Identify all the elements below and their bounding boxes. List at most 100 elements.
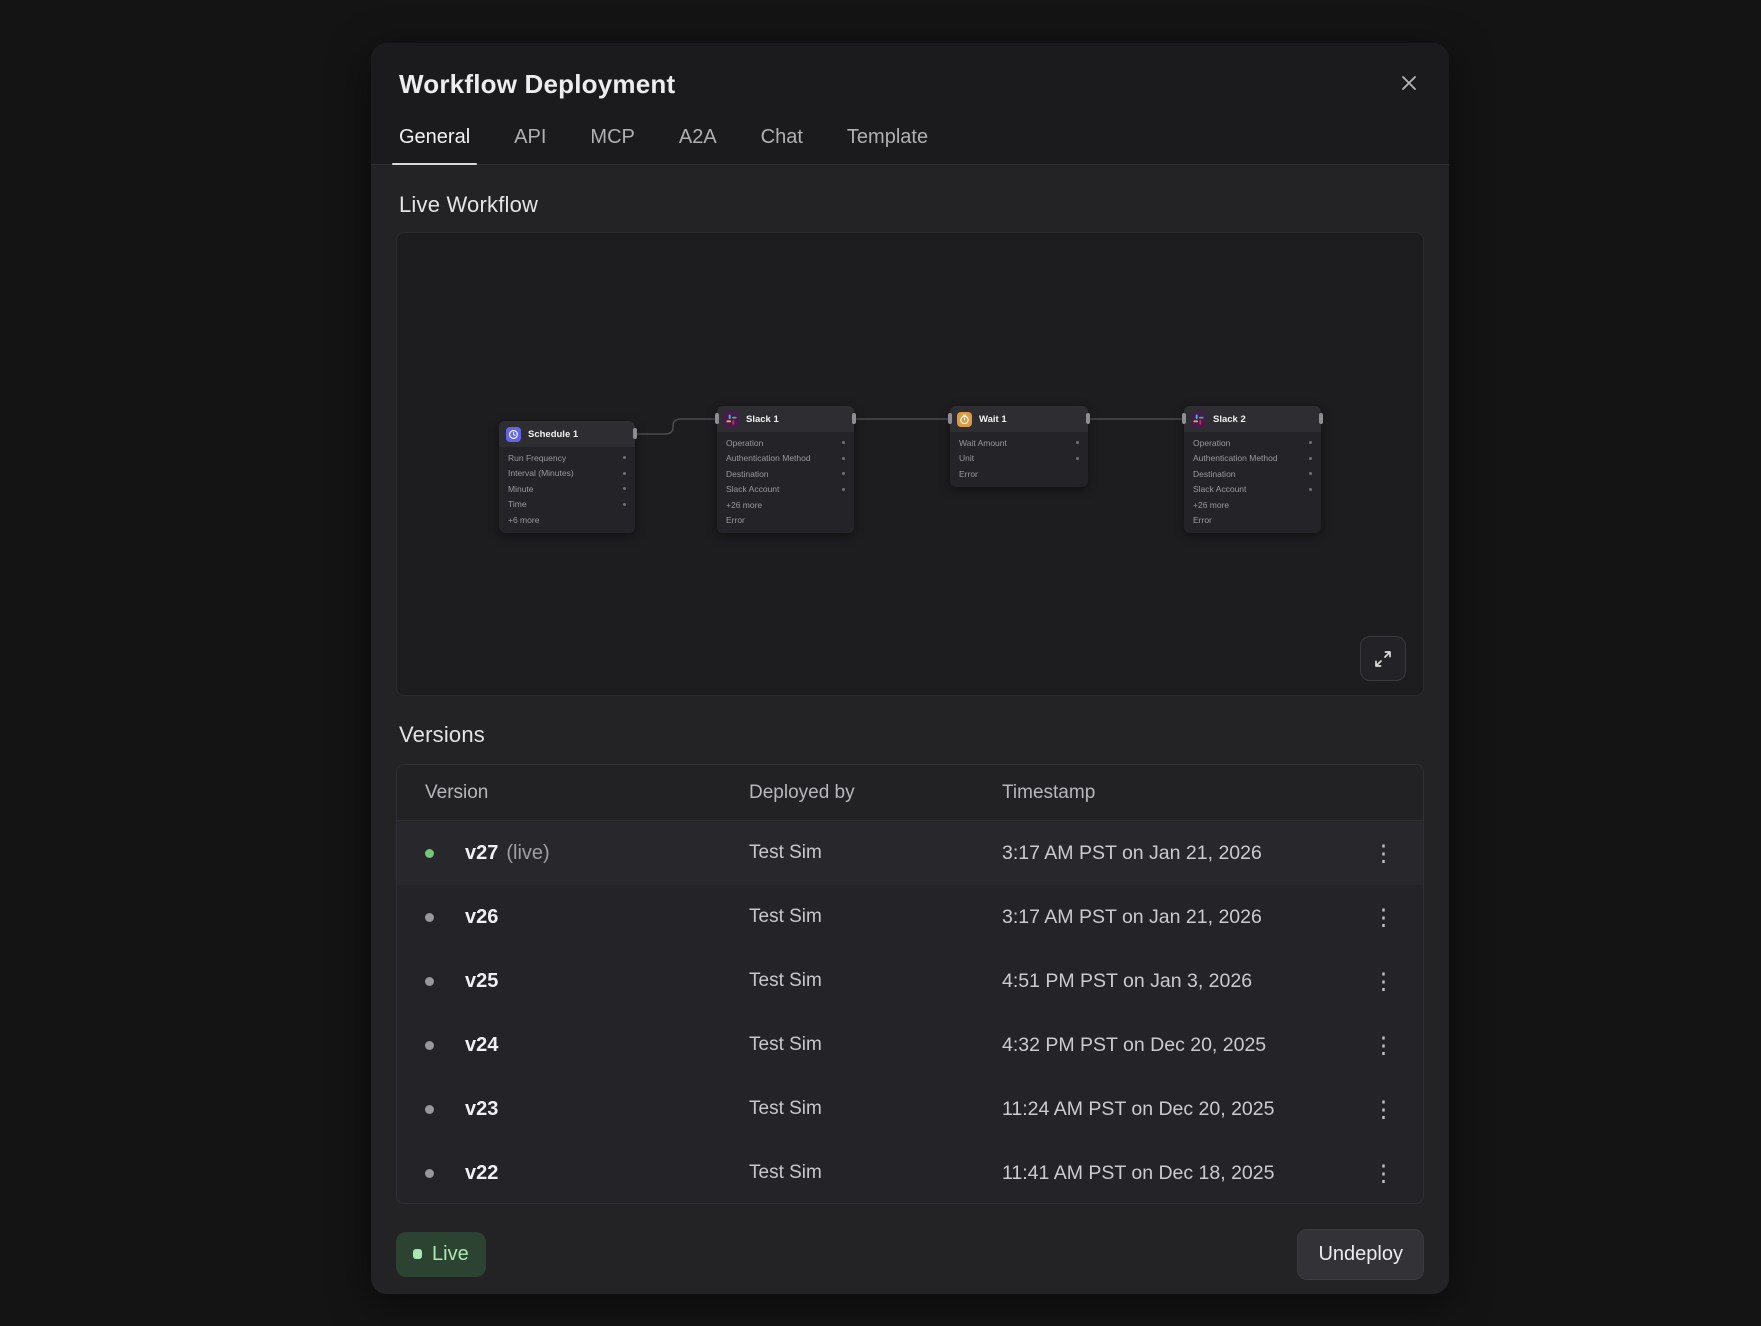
- timestamp: 11:24 AM PST on Dec 20, 2025: [1002, 1098, 1351, 1121]
- version-label: v26: [465, 906, 749, 929]
- field-label: Slack Account: [726, 484, 779, 494]
- node-field-slack-account: Slack Account: [1184, 482, 1321, 498]
- workflow-node-wait-1[interactable]: Wait 1Wait AmountUnitError: [950, 406, 1088, 487]
- timestamp: 4:32 PM PST on Dec 20, 2025: [1002, 1034, 1351, 1057]
- field-port-dot: [842, 472, 845, 475]
- node-field-authentication-method: Authentication Method: [717, 451, 854, 467]
- timestamp: 3:17 AM PST on Jan 21, 2026: [1002, 906, 1351, 929]
- deployed-by: Test Sim: [749, 970, 1002, 992]
- version-row-v24[interactable]: v24Test Sim4:32 PM PST on Dec 20, 2025⋮: [397, 1013, 1423, 1077]
- version-dot: [425, 1041, 434, 1050]
- row-menu-icon[interactable]: ⋮: [1366, 1030, 1401, 1061]
- node-field-minute: Minute: [499, 481, 635, 497]
- deployed-by: Test Sim: [749, 906, 1002, 928]
- tab-chat[interactable]: Chat: [761, 126, 803, 164]
- field-label: Error: [726, 515, 745, 525]
- node-field-interval-minutes-: Interval (Minutes): [499, 466, 635, 482]
- version-row-v22[interactable]: v22Test Sim11:41 AM PST on Dec 18, 2025⋮: [397, 1141, 1423, 1204]
- field-label: Authentication Method: [1193, 453, 1278, 463]
- node-title: Schedule 1: [528, 429, 578, 440]
- node-header-schedule-1: Schedule 1: [499, 421, 635, 447]
- field-label: Authentication Method: [726, 453, 811, 463]
- input-port: [948, 413, 952, 424]
- expand-button[interactable]: [1360, 636, 1406, 681]
- field-port-dot: [1309, 488, 1312, 491]
- input-port: [715, 413, 719, 424]
- field-label: Time: [508, 499, 527, 509]
- node-title: Slack 1: [746, 414, 779, 425]
- workflow-canvas[interactable]: Schedule 1Run FrequencyInterval (Minutes…: [396, 232, 1424, 696]
- version-row-v27[interactable]: v27(live)Test Sim3:17 AM PST on Jan 21, …: [397, 821, 1423, 885]
- workflow-node-slack-2[interactable]: Slack 2 Operation Authentication Method Des…: [1184, 406, 1321, 533]
- version-row-v23[interactable]: v23Test Sim11:24 AM PST on Dec 20, 2025⋮: [397, 1077, 1423, 1141]
- tab-bar: General API MCP A2A Chat Template: [399, 126, 1421, 164]
- version-row-v26[interactable]: v26Test Sim3:17 AM PST on Jan 21, 2026 ⋮: [397, 885, 1423, 949]
- field-port-dot: [842, 441, 845, 444]
- node-field--26-more: +26 more: [1184, 497, 1321, 513]
- field-port-dot: [1309, 472, 1312, 475]
- row-menu-icon[interactable]: ⋮: [1366, 1158, 1401, 1189]
- node-body: Wait Amount Unit Error: [950, 432, 1088, 487]
- undeploy-button[interactable]: Undeploy: [1297, 1229, 1424, 1280]
- version-label: v25: [465, 970, 749, 993]
- field-label: Error: [959, 469, 978, 479]
- row-menu-icon[interactable]: ⋮: [1366, 1094, 1401, 1125]
- live-version-dot: [425, 849, 434, 858]
- workflow-node-schedule-1[interactable]: Schedule 1Run FrequencyInterval (Minutes…: [499, 421, 635, 533]
- field-port-dot: [1309, 441, 1312, 444]
- field-port-dot: [842, 488, 845, 491]
- version-dot: [425, 1169, 434, 1178]
- node-body: Run FrequencyInterval (Minutes)MinuteTim…: [499, 447, 635, 533]
- version-row-v25[interactable]: v25Test Sim4:51 PM PST on Jan 3, 2026⋮: [397, 949, 1423, 1013]
- modal-header: Workflow Deployment General API MCP A2A Chat…: [371, 43, 1449, 165]
- page-title: Workflow Deployment: [399, 69, 675, 100]
- versions-heading: Versions: [399, 722, 1424, 748]
- tab-api[interactable]: API: [514, 126, 546, 164]
- output-port: [1086, 413, 1090, 424]
- node-field-operation: Operation: [1184, 435, 1321, 451]
- field-label: Wait Amount: [959, 438, 1007, 448]
- field-label: Operation: [1193, 438, 1230, 448]
- input-port: [1182, 413, 1186, 424]
- node-field-slack-account: Slack Account: [717, 482, 854, 498]
- node-header-slack-2: Slack 2: [1184, 406, 1321, 432]
- deployed-by: Test Sim: [749, 842, 1002, 864]
- node-field-unit: Unit: [950, 451, 1088, 467]
- timestamp: 3:17 AM PST on Jan 21, 2026: [1002, 842, 1351, 865]
- modal-content: Live Workflow Schedule 1Run FrequencyInt…: [371, 165, 1449, 1214]
- workflow-deployment-modal: Workflow Deployment General API MCP A2A Chat…: [371, 43, 1449, 1294]
- row-menu-icon[interactable]: ⋮: [1366, 966, 1401, 997]
- clock-icon: [506, 427, 521, 442]
- deployed-by: Test Sim: [749, 1162, 1002, 1184]
- tab-general[interactable]: General: [399, 126, 470, 164]
- tab-a2a[interactable]: A2A: [679, 126, 717, 164]
- live-status-label: Live: [432, 1243, 469, 1266]
- version-dot: [425, 1105, 434, 1114]
- workflow-node-slack-1[interactable]: Slack 1OperationAuthentication MethodDes…: [717, 406, 854, 533]
- version-dot: [425, 977, 434, 986]
- field-label: Slack Account: [1193, 484, 1246, 494]
- field-label: +6 more: [508, 515, 539, 525]
- column-header-version: Version: [425, 782, 749, 804]
- expand-diagonal-icon: [1373, 649, 1393, 669]
- modal-footer: Live Undeploy: [371, 1214, 1449, 1294]
- field-label: +26 more: [726, 500, 762, 510]
- slack-icon: [724, 412, 739, 427]
- field-port-dot: [842, 457, 845, 460]
- field-label: Error: [1193, 515, 1212, 525]
- tab-template[interactable]: Template: [847, 126, 928, 164]
- live-status-badge[interactable]: Live: [396, 1232, 486, 1277]
- row-menu-icon[interactable]: ⋮: [1366, 838, 1401, 869]
- versions-table-header: Version Deployed by Timestamp: [397, 765, 1423, 821]
- row-menu-icon[interactable]: ⋮: [1366, 902, 1401, 933]
- node-header-slack-1: Slack 1: [717, 406, 854, 432]
- node-body: Operation Authentication Method Destinatio…: [1184, 432, 1321, 533]
- close-icon[interactable]: [1399, 73, 1419, 98]
- field-label: Interval (Minutes): [508, 468, 574, 478]
- node-field-destination: Destination: [1184, 466, 1321, 482]
- slack-icon: [1191, 412, 1206, 427]
- tab-mcp[interactable]: MCP: [590, 126, 634, 164]
- live-suffix: (live): [506, 842, 549, 864]
- field-label: +26 more: [1193, 500, 1229, 510]
- output-port: [852, 413, 856, 424]
